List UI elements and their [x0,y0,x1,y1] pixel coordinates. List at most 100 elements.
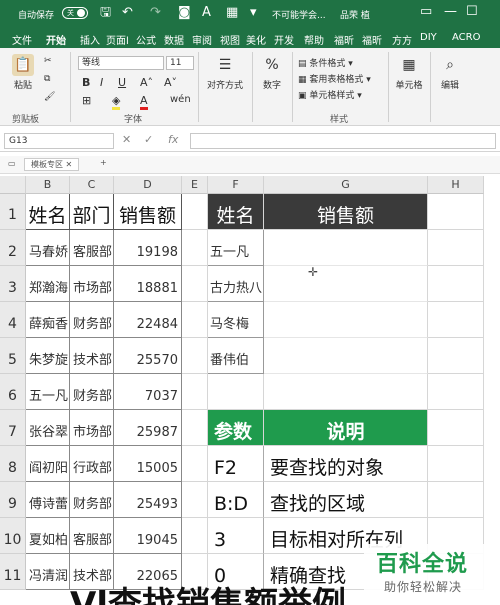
workbook-tab[interactable]: 模板专区 ✕ [24,158,80,171]
table-cell[interactable]: 夏如柏 [26,518,70,554]
row-header[interactable]: 8 [0,446,26,482]
ribbon-tab[interactable]: 页面l [106,32,129,47]
table-cell[interactable]: 15005 [114,446,182,482]
table-header-cell[interactable]: 部门 [70,194,114,230]
ribbon-tab[interactable]: 插入 [80,32,100,47]
lookup-name-cell[interactable]: 五一凡 [208,230,264,266]
row-header[interactable]: 7 [0,410,26,446]
params-header-desc[interactable]: 说明 [264,410,428,446]
table-header-cell[interactable]: 姓名 [26,194,70,230]
fill-color-icon[interactable]: ◈ [112,94,121,110]
empty-cell[interactable] [428,266,484,302]
row-header[interactable]: 2 [0,230,26,266]
table-cell[interactable]: 市场部 [70,266,114,302]
empty-cell[interactable] [182,302,208,338]
font-color-button[interactable]: A [140,94,148,110]
table-icon[interactable]: ▦ [226,5,238,21]
table-cell[interactable]: 傅诗蕾 [26,482,70,518]
number-format-button[interactable]: % 数字 [256,54,288,91]
table-cell[interactable]: 财务部 [70,374,114,410]
column-header[interactable]: H [428,176,484,194]
select-all-corner[interactable] [0,176,26,194]
table-cell[interactable]: 张谷翠 [26,410,70,446]
table-cell[interactable]: 19045 [114,518,182,554]
lookup-result-cell[interactable] [264,302,428,338]
ribbon-tab[interactable]: 方方 [392,32,412,47]
phonetic-icon[interactable]: wén [170,94,191,105]
lookup-name-cell[interactable]: 古力热八 [208,266,264,302]
empty-cell[interactable] [428,302,484,338]
empty-cell[interactable] [428,374,484,410]
ribbon-tab[interactable]: 美化 [246,32,266,47]
row-header[interactable]: 6 [0,374,26,410]
table-cell[interactable]: 马春娇 [26,230,70,266]
param-cell[interactable]: 3 [208,518,264,554]
row-header[interactable]: 11 [0,554,26,590]
autosave-toggle[interactable]: 关 [62,7,88,19]
empty-cell[interactable] [182,266,208,302]
empty-cell[interactable] [264,374,428,410]
table-format-button[interactable]: ▦ 套用表格格式 ▾ [298,72,371,85]
grow-font-icon[interactable]: A˄ [140,76,153,89]
table-cell[interactable]: 财务部 [70,482,114,518]
camera-icon[interactable]: ◙ [178,5,191,21]
row-header[interactable]: 10 [0,518,26,554]
cancel-icon[interactable]: ✕ [122,133,131,146]
enter-icon[interactable]: ✓ [144,133,153,146]
ribbon-tab[interactable]: 视图 [220,32,240,47]
empty-cell[interactable] [182,518,208,554]
lookup-header-sales[interactable]: 销售额 [264,194,428,230]
ribbon-tab[interactable]: 帮助 [304,32,324,47]
more-icon[interactable]: ▾ [250,5,257,21]
editing-button[interactable]: ⌕ 编辑 [434,54,466,91]
table-cell[interactable]: 19198 [114,230,182,266]
ribbon-tab[interactable]: 文件 [12,32,32,47]
insert-function-icon[interactable]: fx [168,133,178,146]
table-cell[interactable]: 冯清润 [26,554,70,590]
undo-icon[interactable]: ↶ [122,5,133,21]
column-header[interactable]: F [208,176,264,194]
column-header[interactable]: G [264,176,428,194]
table-cell[interactable]: 客服部 [70,230,114,266]
ribbon-tab[interactable]: 开发 [274,32,294,47]
empty-cell[interactable] [428,338,484,374]
ribbon-tab[interactable]: DIY [420,32,437,43]
table-header-cell[interactable]: 销售额 [114,194,182,230]
empty-cell[interactable] [428,230,484,266]
empty-cell[interactable] [182,230,208,266]
maximize-icon[interactable]: ☐ [466,4,478,19]
empty-cell[interactable] [428,410,484,446]
lookup-result-cell[interactable] [264,266,428,302]
empty-cell[interactable] [428,194,484,230]
row-header[interactable]: 4 [0,302,26,338]
cut-icon[interactable]: ✂ [44,56,52,66]
table-cell[interactable]: 郑瀚海 [26,266,70,302]
ribbon-tab[interactable]: ACRO [452,32,480,43]
column-header[interactable]: D [114,176,182,194]
add-tab-icon[interactable]: + [100,158,107,167]
empty-cell[interactable] [182,338,208,374]
table-cell[interactable]: 25493 [114,482,182,518]
empty-cell[interactable] [182,410,208,446]
empty-cell[interactable] [182,482,208,518]
column-header[interactable]: C [70,176,114,194]
column-header[interactable]: E [182,176,208,194]
conditional-format-button[interactable]: ▤ 条件格式 ▾ [298,56,353,69]
lookup-header-name[interactable]: 姓名 [208,194,264,230]
ribbon-tab[interactable]: 数据 [164,32,184,47]
empty-cell[interactable] [182,194,208,230]
empty-cell[interactable] [428,482,484,518]
param-cell[interactable]: B:D [208,482,264,518]
table-cell[interactable]: 客服部 [70,518,114,554]
table-cell[interactable]: 25987 [114,410,182,446]
lookup-name-cell[interactable]: 番伟伯 [208,338,264,374]
format-painter-icon[interactable]: 🖌 [44,92,55,102]
row-header[interactable]: 9 [0,482,26,518]
table-cell[interactable]: 阎初阳 [26,446,70,482]
alignment-button[interactable]: ☰ 对齐方式 [204,54,246,91]
ribbon-tab[interactable]: 福昕 [362,32,382,47]
bold-button[interactable]: B [82,76,90,89]
table-cell[interactable]: 7037 [114,374,182,410]
cell-style-button[interactable]: ▣ 单元格样式 ▾ [298,88,362,101]
empty-cell[interactable] [208,374,264,410]
